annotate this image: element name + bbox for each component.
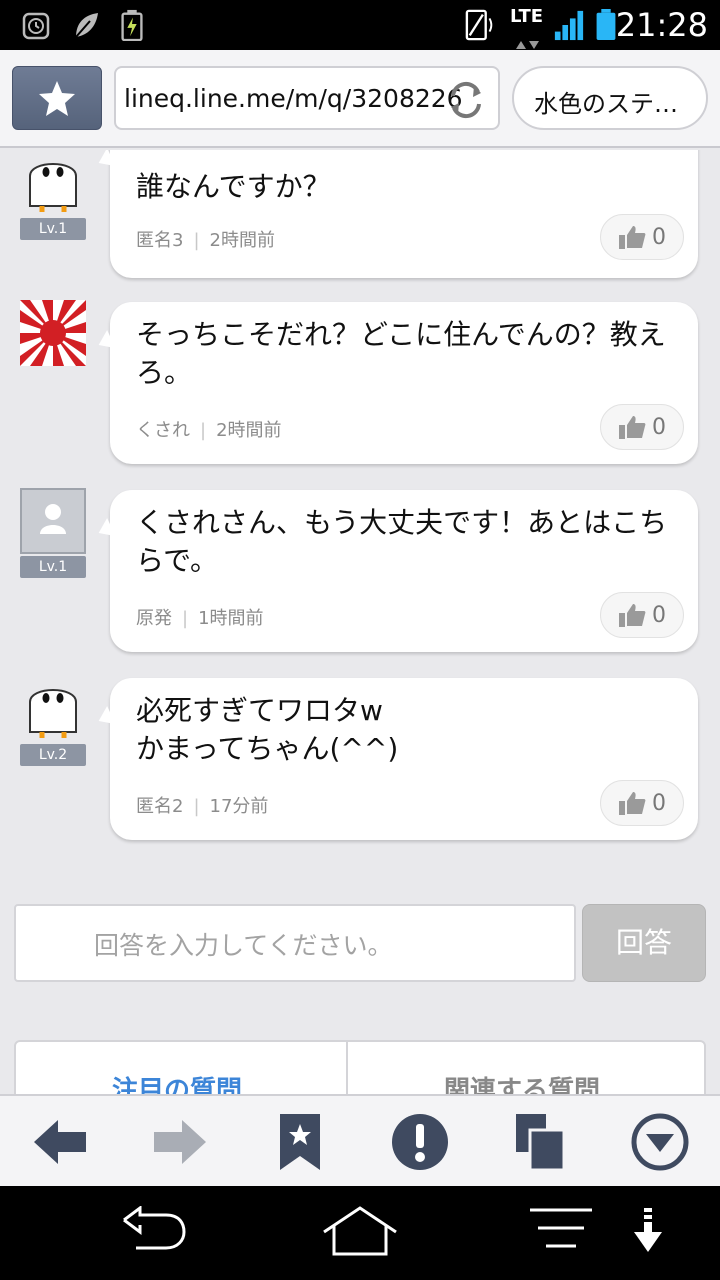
- alert-icon[interactable]: [390, 1112, 450, 1172]
- answer-meta: くされ | 2時間前: [136, 420, 282, 441]
- answer-user[interactable]: くされ: [136, 420, 190, 441]
- tab-switcher[interactable]: 水色のステ…: [512, 66, 708, 130]
- network-type: LTE: [510, 6, 544, 27]
- like-button[interactable]: 0: [600, 404, 684, 450]
- bookmark-button[interactable]: [12, 66, 102, 130]
- like-count: 0: [652, 414, 666, 440]
- answer-user[interactable]: 匿名2: [136, 796, 183, 817]
- browser-toolbar: lineq.line.me/m/q/3208226 水色のステ…: [0, 50, 720, 148]
- answer-meta: 匿名2 | 17分前: [136, 796, 269, 817]
- answer-input[interactable]: 回答を入力してください。: [14, 904, 576, 982]
- star-icon: [39, 81, 75, 116]
- answer-card: くされさん、もう大丈夫です！あとはこちらで。 原発 | 1時間前 0: [110, 490, 698, 652]
- thumbs-up-icon: [619, 604, 646, 627]
- battery-charging-icon: [121, 9, 143, 41]
- question-tabs: 注目の質問 関連する質問: [14, 1040, 706, 1094]
- answer-text: 必死すぎてワロタw かまってちゃん(^^): [136, 694, 399, 765]
- answer-time: 1時間前: [198, 608, 264, 629]
- level-badge: Lv.1: [20, 218, 86, 240]
- like-button[interactable]: 0: [600, 214, 684, 260]
- system-back-icon[interactable]: [122, 1206, 188, 1252]
- alarm-icon: [22, 12, 50, 40]
- reload-icon[interactable]: [444, 78, 488, 122]
- answer-time: 2時間前: [216, 420, 282, 441]
- ghost-avatar-icon: [29, 689, 77, 738]
- bookmark-star-icon[interactable]: [270, 1112, 330, 1172]
- tab-featured-questions[interactable]: 注目の質問: [112, 1070, 242, 1094]
- system-home-icon[interactable]: [322, 1206, 398, 1256]
- thumbs-up-icon: [619, 226, 646, 249]
- url-field[interactable]: lineq.line.me/m/q/3208226: [114, 66, 500, 130]
- answer-placeholder: 回答を入力してください。: [94, 931, 393, 960]
- battery-icon: [596, 9, 616, 41]
- answer-text: 誰なんですか？: [136, 170, 331, 203]
- answer-list: Lv.1 誰なんですか？ 匿名3 | 2時間前 0 そっちこそだれ？どこに住んでんの…: [0, 150, 720, 1094]
- answer-meta: 匿名3 | 2時間前: [136, 230, 275, 251]
- answer-user[interactable]: 原発: [136, 608, 172, 629]
- clock: 21:28: [615, 6, 708, 44]
- cell-signal-icon: [554, 10, 584, 41]
- answer-text: くされさん、もう大丈夫です！あとはこちらで。: [136, 506, 668, 577]
- answer-submit-button[interactable]: 回答: [582, 904, 706, 982]
- rising-sun-avatar-icon[interactable]: [20, 300, 86, 366]
- back-arrow-icon[interactable]: [30, 1112, 90, 1172]
- sim-signal-icon: [465, 9, 493, 41]
- default-person-avatar-icon[interactable]: [20, 488, 86, 554]
- system-nav-bar: [0, 1186, 720, 1280]
- like-button[interactable]: 0: [600, 592, 684, 638]
- browser-nav-bar: [0, 1094, 720, 1186]
- level-badge: Lv.1: [20, 556, 86, 578]
- answer-user[interactable]: 匿名3: [136, 230, 183, 251]
- system-menu-icon[interactable]: [528, 1206, 594, 1252]
- tab-related-questions[interactable]: 関連する質問: [444, 1070, 600, 1094]
- status-bar: LTE 21:28: [0, 0, 720, 50]
- thumbs-up-icon: [619, 416, 646, 439]
- ghost-avatar-icon: [29, 163, 77, 212]
- answer-card: 必死すぎてワロタw かまってちゃん(^^) 匿名2 | 17分前 0: [110, 678, 698, 840]
- answer-card: 誰なんですか？ 匿名3 | 2時間前 0: [110, 150, 698, 278]
- url-text: lineq.line.me/m/q/3208226: [124, 84, 463, 113]
- tab-divider: [346, 1042, 348, 1094]
- like-count: 0: [652, 224, 666, 250]
- like-count: 0: [652, 790, 666, 816]
- answer-card: そっちこそだれ？どこに住んでんの？教えろ。 くされ | 2時間前 0: [110, 302, 698, 464]
- level-badge: Lv.2: [20, 744, 86, 766]
- answer-meta: 原発 | 1時間前: [136, 608, 264, 629]
- answer-time: 2時間前: [209, 230, 275, 251]
- system-download-icon[interactable]: [632, 1206, 664, 1256]
- forward-arrow-icon[interactable]: [150, 1112, 210, 1172]
- tab-title: 水色のステ…: [534, 90, 678, 118]
- menu-down-icon[interactable]: [630, 1112, 690, 1172]
- answer-time: 17分前: [209, 796, 269, 817]
- copy-pages-icon[interactable]: [510, 1112, 570, 1172]
- like-button[interactable]: 0: [600, 780, 684, 826]
- answer-text: そっちこそだれ？どこに住んでんの？教えろ。: [136, 318, 666, 389]
- like-count: 0: [652, 602, 666, 628]
- leaf-icon: [75, 13, 98, 38]
- thumbs-up-icon: [619, 792, 646, 815]
